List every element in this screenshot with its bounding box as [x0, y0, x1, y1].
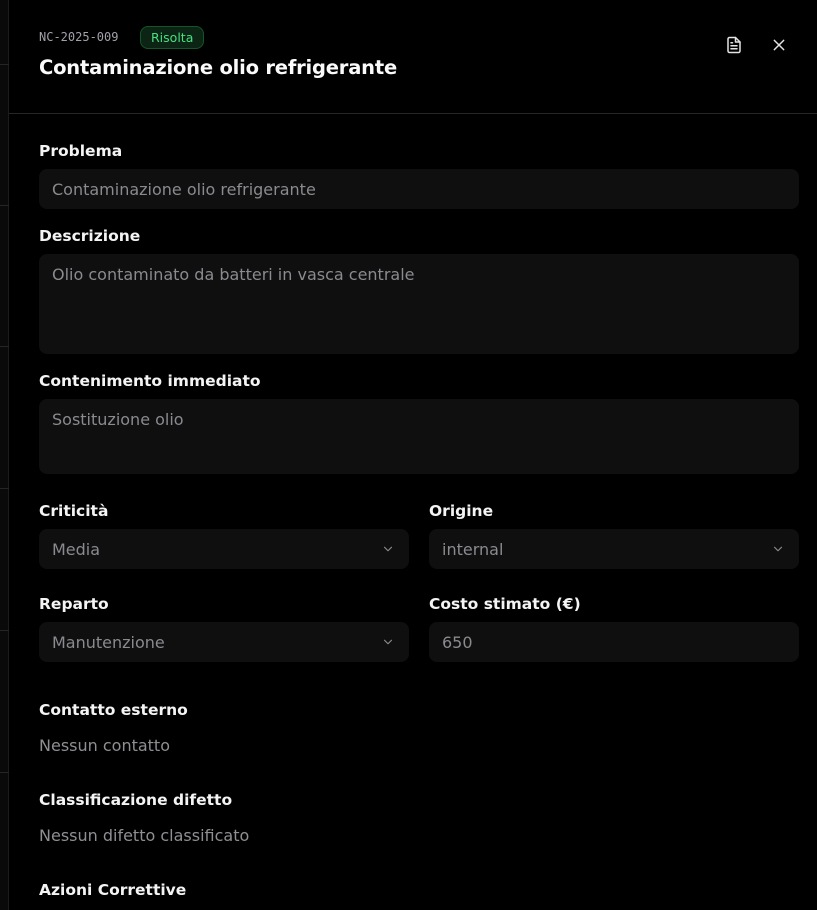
problema-label: Problema — [39, 142, 123, 160]
origine-label: Origine — [429, 502, 494, 520]
strip-divider — [0, 205, 9, 206]
costo-label: Costo stimato (€) — [429, 595, 581, 613]
chevron-down-icon — [773, 546, 783, 552]
reparto-select[interactable]: Manutenzione — [39, 622, 409, 662]
descrizione-textarea[interactable]: Olio contaminato da batteri in vasca cen… — [39, 254, 799, 354]
page-title: Contaminazione olio refrigerante — [39, 56, 398, 79]
strip-divider — [0, 488, 9, 489]
close-button[interactable] — [767, 33, 791, 57]
contenimento-label: Contenimento immediato — [39, 372, 261, 390]
document-icon — [727, 36, 741, 54]
status-badge: Risolta — [140, 26, 205, 49]
strip-divider — [0, 772, 9, 773]
chevron-down-icon — [383, 546, 393, 552]
record-code: NC-2025-009 — [39, 30, 119, 44]
problema-input[interactable]: Contaminazione olio refrigerante — [39, 169, 799, 209]
criticita-select[interactable]: Media — [39, 529, 409, 569]
panel-header: NC-2025-009 Risolta Contaminazione olio … — [9, 0, 817, 114]
costo-input[interactable]: 650 — [429, 622, 799, 662]
difetto-label: Classificazione difetto — [39, 791, 233, 809]
reparto-label: Reparto — [39, 595, 109, 613]
costo-value: 650 — [442, 632, 473, 652]
criticita-label: Criticità — [39, 502, 109, 520]
origine-select[interactable]: internal — [429, 529, 799, 569]
descrizione-value: Olio contaminato da batteri in vasca cen… — [52, 265, 415, 284]
contatto-value: Nessun contatto — [39, 736, 170, 755]
chevron-down-icon — [383, 639, 393, 645]
detail-panel: NC-2025-009 Risolta Contaminazione olio … — [9, 0, 817, 910]
origine-value: internal — [442, 539, 504, 559]
strip-divider — [0, 346, 9, 347]
contatto-label: Contatto esterno — [39, 701, 188, 719]
azioni-correttive-heading: Azioni Correttive — [39, 881, 187, 899]
strip-divider — [0, 630, 9, 631]
reparto-value: Manutenzione — [52, 632, 165, 652]
background-sidebar-edge — [0, 0, 9, 910]
difetto-value: Nessun difetto classificato — [39, 826, 250, 845]
contenimento-textarea[interactable]: Sostituzione olio — [39, 399, 799, 474]
export-document-button[interactable] — [722, 33, 746, 57]
contenimento-value: Sostituzione olio — [52, 410, 184, 429]
close-icon — [773, 39, 785, 51]
criticita-value: Media — [52, 539, 101, 559]
descrizione-label: Descrizione — [39, 227, 141, 245]
problema-value: Contaminazione olio refrigerante — [52, 179, 316, 199]
strip-divider — [0, 64, 9, 65]
